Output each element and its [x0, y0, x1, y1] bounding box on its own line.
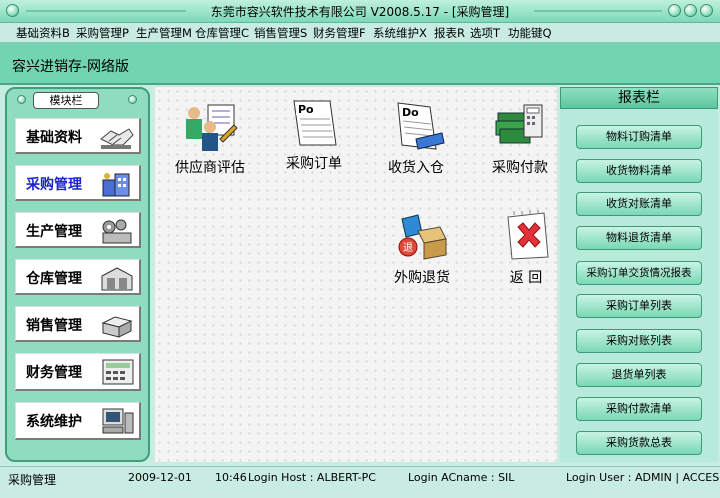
- panel-dot-icon: [17, 95, 26, 104]
- menu-warehouse[interactable]: 仓库管理C: [195, 25, 249, 41]
- purchase-payment-label: 采购付款: [492, 160, 548, 176]
- menu-purchase[interactable]: 采购管理P: [76, 25, 129, 41]
- title-decoration: [534, 10, 662, 12]
- module-label: 生产管理: [26, 224, 82, 240]
- do-text: Do: [402, 106, 419, 119]
- panel-dot-icon: [128, 95, 137, 104]
- return-goods-icon: 退: [398, 214, 447, 260]
- menu-options[interactable]: 选项T: [470, 25, 500, 41]
- menu-finance[interactable]: 财务管理F: [313, 25, 366, 41]
- report-button[interactable]: 收货物料清单: [576, 159, 702, 183]
- computer-icon: [102, 408, 134, 434]
- module-label: 财务管理: [26, 365, 82, 381]
- factory-gears-icon: [102, 219, 132, 244]
- report-button[interactable]: 采购订单交货情况报表: [576, 261, 702, 285]
- purchase-order-button[interactable]: Po 采购订单: [269, 95, 359, 173]
- purchase-return-label: 外购退货: [394, 270, 450, 286]
- window-title: 东莞市容兴软件技术有限公司 V2008.5.17 - [采购管理]: [210, 5, 510, 19]
- back-label: 返 回: [509, 270, 543, 286]
- menu-hotkeys[interactable]: 功能键Q: [508, 25, 552, 41]
- receive-goods-button[interactable]: Do 收货入仓: [371, 99, 461, 177]
- report-button[interactable]: 退货单列表: [576, 363, 702, 387]
- workspace: 供应商评估 Po 采购订单 Do 收货入仓 采购付款 退 外购退货 返 回: [155, 87, 557, 462]
- minimize-icon[interactable]: [668, 4, 681, 17]
- module-purchase[interactable]: 采购管理: [15, 165, 141, 201]
- report-button[interactable]: 采购订单列表: [576, 294, 702, 318]
- status-date: 2009-12-01: [128, 471, 192, 484]
- status-time: 10:46: [215, 471, 247, 484]
- system-menu-icon[interactable]: [6, 4, 19, 17]
- module-label: 采购管理: [26, 177, 82, 193]
- title-decoration: [26, 10, 186, 12]
- payment-icon: [495, 104, 543, 144]
- return-badge: 退: [403, 242, 413, 254]
- menu-basic[interactable]: 基础资料B: [16, 25, 70, 41]
- module-system[interactable]: 系统维护: [15, 402, 141, 440]
- title-bar[interactable]: 东莞市容兴软件技术有限公司 V2008.5.17 - [采购管理]: [0, 0, 720, 23]
- do-document-icon: Do: [397, 102, 445, 150]
- report-button[interactable]: 物料订购清单: [576, 125, 702, 149]
- sales-box-icon: [101, 316, 133, 338]
- report-button[interactable]: 物料退货清单: [576, 226, 702, 250]
- calculator-icon: [102, 359, 134, 385]
- menu-production[interactable]: 生产管理M: [136, 25, 192, 41]
- receive-goods-label: 收货入仓: [388, 160, 444, 176]
- menu-system[interactable]: 系统维护X: [373, 25, 427, 41]
- report-button[interactable]: 收货对账清单: [576, 192, 702, 216]
- report-panel: 报表栏 物料订购清单 收货物料清单 收货对账清单 物料退货清单 采购订单交货情况…: [560, 87, 718, 462]
- maximize-icon[interactable]: [684, 4, 697, 17]
- report-button[interactable]: 采购付款清单: [576, 397, 702, 421]
- report-button[interactable]: 采购货款总表: [576, 431, 702, 455]
- purchase-building-icon: [102, 173, 130, 197]
- status-acname: Login ACname : SIL: [408, 471, 515, 484]
- status-user: Login User : ADMIN | ACCESS: [566, 471, 720, 484]
- app-header: 容兴进销存-网络版: [0, 43, 720, 85]
- module-production[interactable]: 生产管理: [15, 212, 141, 248]
- close-icon[interactable]: [700, 4, 713, 17]
- report-panel-title: 报表栏: [560, 87, 718, 109]
- warehouse-icon: [101, 267, 133, 291]
- module-label: 仓库管理: [26, 271, 82, 287]
- status-module: 采购管理: [8, 473, 57, 487]
- handshake-icon: [100, 128, 134, 149]
- po-text: Po: [298, 103, 314, 116]
- module-sales[interactable]: 销售管理: [15, 306, 141, 342]
- module-warehouse[interactable]: 仓库管理: [15, 259, 141, 295]
- supplier-eval-label: 供应商评估: [175, 160, 245, 176]
- supplier-eval-button[interactable]: 供应商评估: [165, 99, 255, 177]
- module-label: 销售管理: [26, 318, 82, 334]
- module-basic[interactable]: 基础资料: [15, 118, 141, 154]
- back-icon: [507, 210, 549, 260]
- purchase-order-label: 采购订单: [286, 156, 342, 172]
- module-finance[interactable]: 财务管理: [15, 353, 141, 391]
- status-bar: 采购管理 2009-12-01 10:46 Login Host : ALBER…: [0, 466, 720, 498]
- module-label: 系统维护: [26, 414, 82, 430]
- menu-reports[interactable]: 报表R: [434, 25, 465, 41]
- supplier-eval-icon: [186, 104, 238, 151]
- purchase-payment-button[interactable]: 采购付款: [475, 99, 565, 177]
- purchase-return-button[interactable]: 退 外购退货: [377, 209, 467, 287]
- back-button[interactable]: 返 回: [481, 209, 571, 287]
- report-button[interactable]: 采购对账列表: [576, 329, 702, 353]
- status-host: Login Host : ALBERT-PC: [248, 471, 376, 484]
- po-document-icon: Po: [293, 100, 337, 146]
- menu-sales[interactable]: 销售管理S: [254, 25, 307, 41]
- module-panel: 模块栏 基础资料 采购管理 生产管理 仓库管理 销售管理 财务管理 系统维护: [5, 87, 150, 462]
- menu-bar: 基础资料B 采购管理P 生产管理M 仓库管理C 销售管理S 财务管理F 系统维护…: [0, 23, 720, 43]
- app-title: 容兴进销存-网络版: [12, 59, 130, 75]
- module-label: 基础资料: [26, 130, 82, 146]
- module-panel-title: 模块栏: [33, 92, 99, 109]
